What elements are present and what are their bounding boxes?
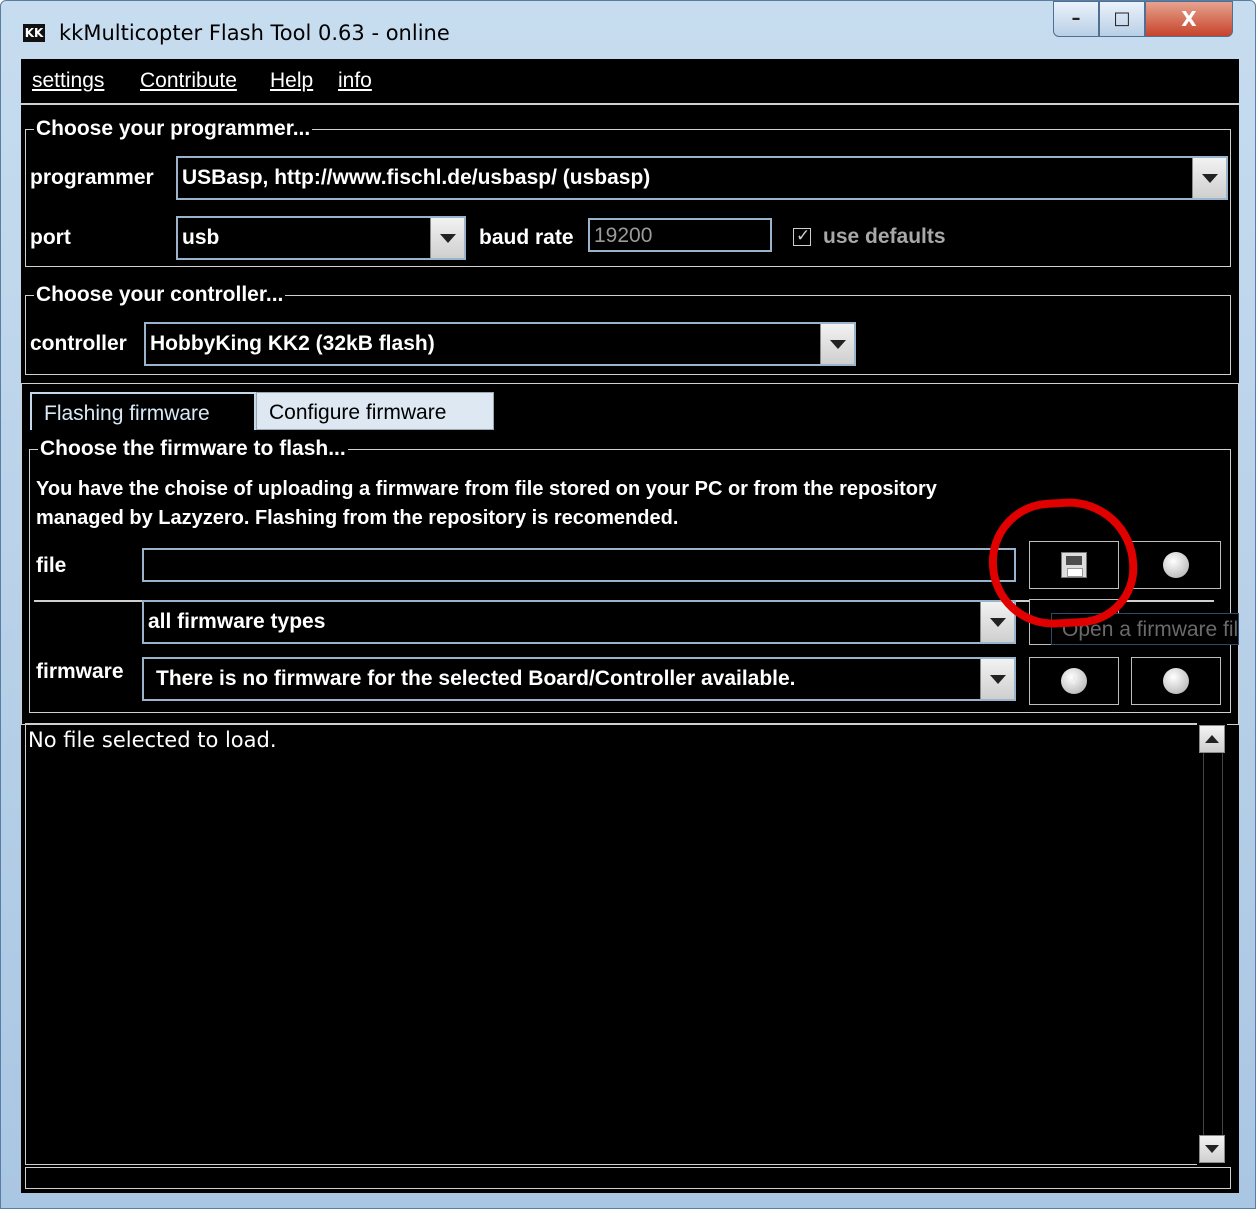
minimize-icon: – [1071, 8, 1081, 29]
file-flash-button[interactable] [1131, 541, 1221, 589]
menu-help[interactable]: Help [270, 69, 313, 93]
chevron-down-icon [830, 340, 846, 349]
arrow-up-icon [1205, 735, 1219, 743]
window-title: kkMulticopter Flash Tool 0.63 - online [59, 21, 450, 45]
programmer-group-title: Choose your programmer... [34, 117, 313, 141]
info-icon: i [1061, 668, 1087, 694]
firmware-description-line1: You have the choise of uploading a firmw… [36, 478, 937, 500]
maximize-button[interactable]: □ [1099, 1, 1145, 37]
menu-contribute[interactable]: Contribute [140, 69, 237, 93]
app-window: KK kkMulticopter Flash Tool 0.63 - onlin… [0, 0, 1256, 1209]
firmware-select-value: There is no firmware for the selected Bo… [156, 667, 796, 690]
port-dropdown-button[interactable] [430, 218, 464, 258]
menu-info[interactable]: info [338, 69, 372, 93]
minimize-button[interactable]: – [1053, 1, 1099, 37]
port-label: port [30, 226, 71, 249]
firmware-flash-button[interactable] [1131, 657, 1221, 705]
programmer-group: Choose your programmer... programmer USB… [25, 117, 1231, 267]
log-text: No file selected to load. [28, 728, 277, 752]
chevron-down-icon [990, 618, 1006, 627]
firmware-info-button[interactable]: i [1029, 657, 1119, 705]
main-content: settings Contribute Help info Choose you… [21, 59, 1239, 1193]
firmware-label: firmware [36, 660, 124, 683]
firmware-dropdown-button[interactable] [980, 659, 1014, 699]
log-scrollbar[interactable] [1197, 723, 1227, 1165]
app-logo-icon: KK [23, 24, 45, 42]
controller-label: controller [30, 332, 127, 355]
menu-bar: settings Contribute Help info [21, 59, 1239, 105]
menu-settings[interactable]: settings [32, 69, 104, 93]
controller-group: Choose your controller... controller Hob… [25, 283, 1231, 375]
firmware-type-filter[interactable]: all firmware types [142, 600, 1016, 644]
use-defaults-checkbox[interactable]: ✓ [793, 226, 811, 246]
programmer-label: programmer [30, 166, 154, 189]
port-select[interactable]: usb [176, 216, 466, 260]
controller-select-value: HobbyKing KK2 (32kB flash) [150, 332, 435, 355]
file-label: file [36, 554, 67, 577]
maximize-icon: □ [1113, 8, 1131, 29]
controller-group-title: Choose your controller... [34, 283, 286, 307]
programmer-select-value: USBasp, http://www.fischl.de/usbasp/ (us… [182, 166, 651, 189]
title-bar[interactable]: KK kkMulticopter Flash Tool 0.63 - onlin… [1, 1, 1255, 59]
scroll-down-button[interactable] [1199, 1135, 1225, 1163]
scroll-up-button[interactable] [1199, 725, 1225, 753]
disc-icon [1163, 552, 1189, 578]
programmer-select[interactable]: USBasp, http://www.fischl.de/usbasp/ (us… [176, 156, 1228, 200]
controller-select[interactable]: HobbyKing KK2 (32kB flash) [144, 322, 856, 366]
firmware-type-filter-value: all firmware types [148, 610, 326, 633]
baud-rate-label: baud rate [479, 226, 574, 249]
use-defaults-label: use defaults [823, 225, 946, 248]
chevron-down-icon [1202, 174, 1218, 183]
tab-configure-firmware[interactable]: Configure firmware [256, 392, 494, 430]
chevron-down-icon [440, 234, 456, 243]
disc-icon [1163, 668, 1189, 694]
chevron-down-icon [990, 675, 1006, 684]
status-bar [25, 1167, 1231, 1189]
baud-rate-input[interactable]: 19200 [588, 218, 772, 252]
firmware-select[interactable]: There is no firmware for the selected Bo… [142, 657, 1016, 701]
info-icon-mark: i [1071, 671, 1077, 688]
arrow-down-icon [1205, 1145, 1219, 1153]
firmware-group-title: Choose the firmware to flash... [38, 437, 348, 461]
tab-flashing-firmware[interactable]: Flashing firmware [30, 392, 256, 430]
close-button[interactable]: X [1145, 1, 1233, 37]
checkmark-icon: ✓ [796, 226, 811, 246]
firmware-description-line2: managed by Lazyzero. Flashing from the r… [36, 507, 679, 529]
programmer-dropdown-button[interactable] [1192, 158, 1226, 198]
close-icon: X [1181, 7, 1197, 31]
file-path-input[interactable] [142, 548, 1016, 582]
baud-rate-value: 19200 [594, 224, 653, 247]
scroll-track[interactable] [1203, 753, 1223, 1135]
port-select-value: usb [182, 226, 220, 249]
log-output[interactable]: No file selected to load. [25, 723, 1211, 1165]
controller-dropdown-button[interactable] [820, 324, 854, 364]
